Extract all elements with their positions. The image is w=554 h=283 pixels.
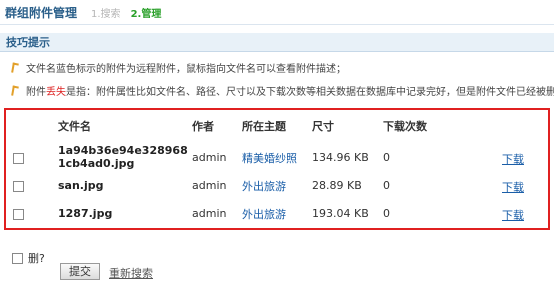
page-title: 群组附件管理: [5, 5, 78, 20]
tips-bar: 技巧提示: [0, 33, 554, 52]
step-manage[interactable]: 2.管理: [131, 5, 162, 20]
submit-button[interactable]: 提交: [60, 263, 100, 280]
step-search[interactable]: 1.搜索: [91, 5, 121, 20]
author: admin: [192, 179, 227, 192]
tip-bullet-icon: [11, 85, 19, 97]
page-header: 群组附件管理 1.搜索 2.管理: [0, 0, 554, 25]
tip-text-2-red: 丢失: [46, 87, 66, 98]
download-count: 0: [383, 179, 390, 192]
tip-line-2: 附件丢失是指：附件属性比如文件名、路径、尺寸以及下载次数等相关数据在数据库中记录…: [11, 83, 554, 98]
file-size: 134.96 KB: [312, 151, 369, 164]
topic-link[interactable]: 外出旅游: [242, 178, 286, 194]
tip-text-2-pre: 附件: [26, 87, 46, 98]
tip-text-2-post: 是指：附件属性比如文件名、路径、尺寸以及下载次数等相关数据在数据库中记录完好，但…: [66, 87, 554, 98]
reset-search-link[interactable]: 重新搜索: [109, 265, 153, 281]
attachments-table: 文件名 作者 所在主题 尺寸 下载次数 1a94b36e94e328968 1cb…: [4, 108, 550, 230]
delete-label: 删?: [28, 252, 45, 265]
file-size: 193.04 KB: [312, 207, 369, 220]
delete-checkbox[interactable]: [12, 252, 23, 264]
file-name[interactable]: 1287.jpg: [58, 207, 112, 220]
tip-text-1: 文件名蓝色标示的附件为远程附件，鼠标指向文件名可以查看附件描述；: [26, 64, 346, 75]
download-count: 0: [383, 151, 390, 164]
download-link[interactable]: 下载: [502, 179, 524, 195]
col-downloads: 下载次数: [383, 120, 427, 133]
file-name[interactable]: san.jpg: [58, 179, 104, 192]
download-link[interactable]: 下载: [502, 207, 524, 223]
file-name[interactable]: 1a94b36e94e328968 1cb4ad0.jpg: [58, 144, 188, 170]
col-size: 尺寸: [312, 120, 334, 133]
author: admin: [192, 151, 227, 164]
row-checkbox[interactable]: [13, 153, 24, 164]
col-author: 作者: [192, 120, 214, 133]
col-filename: 文件名: [58, 120, 91, 133]
author: admin: [192, 207, 227, 220]
topic-link[interactable]: 精美婚纱照: [242, 150, 297, 166]
tip-bullet-icon: [11, 62, 19, 74]
file-size: 28.89 KB: [312, 179, 362, 192]
tip-line-1: 文件名蓝色标示的附件为远程附件，鼠标指向文件名可以查看附件描述；: [11, 60, 346, 75]
topic-link[interactable]: 外出旅游: [242, 206, 286, 222]
delete-option: 删?: [12, 250, 45, 266]
row-checkbox[interactable]: [13, 181, 24, 192]
col-topic: 所在主题: [242, 120, 286, 133]
download-count: 0: [383, 207, 390, 220]
row-checkbox[interactable]: [13, 209, 24, 220]
tips-label: 技巧提示: [6, 36, 50, 49]
download-link[interactable]: 下载: [502, 151, 524, 167]
